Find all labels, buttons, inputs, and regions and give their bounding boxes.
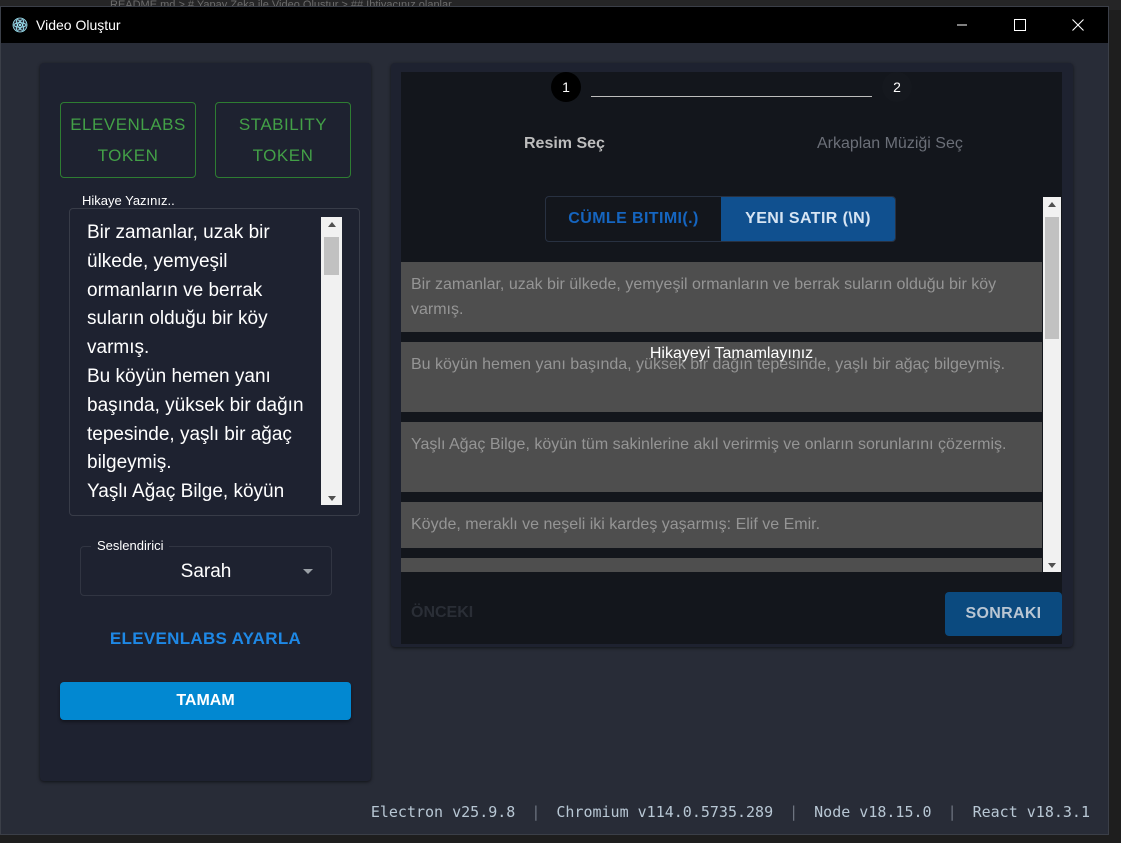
version-footer: Electron v25.9.8 | Chromium v114.0.5735.28… [1,797,1090,827]
step-1-label: Resim Seç [524,135,605,152]
story-field-label: Hikaye Yazınız.. [76,193,181,208]
story-scrollbar[interactable] [321,217,342,505]
title-bar: Video Oluştur [1,7,1108,43]
caret-down-icon [303,569,313,574]
sentence-end-toggle[interactable]: CÜMLE BITIMI(.) [546,197,721,241]
maximize-button[interactable] [991,7,1049,43]
voice-select[interactable]: Sarah [80,546,332,596]
step-2-indicator[interactable]: 2 [882,72,912,102]
sentence-list-scrollbar[interactable] [1043,197,1061,572]
chromium-version: Chromium v114.0.5735.289 [556,803,774,821]
footer-separator: | [947,803,957,821]
ok-button[interactable]: TAMAM [60,682,351,720]
scroll-up-arrow-icon[interactable] [1043,197,1061,211]
settings-panel: ELEVENLABS TOKEN STABILITY TOKEN Hikaye … [40,63,371,781]
voice-select-label: Seslendirici [91,538,170,553]
electron-version: Electron v25.9.8 [370,803,516,821]
sentence-item[interactable]: Yaşlı Ağaç Bilge, köyün tüm sakinlerine … [401,422,1042,492]
minimize-icon [957,24,967,26]
step-2-label: Arkaplan Müziği Seç [817,135,963,152]
close-icon [1072,19,1084,31]
footer-separator: | [531,803,541,821]
window-content: ELEVENLABS TOKEN STABILITY TOKEN Hikaye … [1,43,1108,834]
footer-separator: | [789,803,799,821]
scroll-up-arrow-icon[interactable] [321,217,342,231]
sentence-scrollbar-thumb[interactable] [1045,217,1059,339]
story-text[interactable]: Bir zamanlar, uzak bir ülkede, yemyeşil … [87,219,321,505]
sentence-list: Bir zamanlar, uzak bir ülkede, yemyeşil … [401,262,1042,572]
stability-token-button[interactable]: STABILITY TOKEN [215,102,351,178]
maximize-icon [1014,19,1026,31]
new-line-toggle[interactable]: YENI SATIR (\N) [721,197,895,241]
elevenlabs-token-button[interactable]: ELEVENLABS TOKEN [60,102,196,178]
electron-app-icon [12,17,28,33]
sentence-item[interactable]: Bir zamanlar, uzak bir ülkede, yemyeşil … [401,262,1042,332]
close-button[interactable] [1049,7,1107,43]
story-scrollbar-thumb[interactable] [324,237,339,275]
complete-story-message: Hikayeyi Tamamlayınız [649,345,814,362]
sentence-item[interactable]: Köyde, meraklı ve neşeli iki kardeş yaşa… [401,502,1042,548]
app-window: Video Oluştur ELEVENLABS TOKEN STABILITY… [0,6,1109,835]
split-mode-toggle: CÜMLE BITIMI(.) YENI SATIR (\N) [545,196,896,242]
scroll-down-arrow-icon[interactable] [321,491,342,505]
stepper-area: 1 2 Resim Seç Arkaplan Müziği Seç CÜMLE … [401,72,1062,644]
next-button[interactable]: SONRAKI [945,592,1062,636]
elevenlabs-settings-link[interactable]: ELEVENLABS AYARLA [40,629,371,649]
step-1-indicator[interactable]: 1 [551,72,581,102]
node-version: Node v18.15.0 [814,803,932,821]
voice-select-value: Sarah [180,561,232,582]
previous-button[interactable]: ÖNCEKI [411,604,473,622]
stepper-panel: 1 2 Resim Seç Arkaplan Müziği Seç CÜMLE … [391,63,1073,647]
minimize-button[interactable] [933,7,991,43]
step-connector [591,96,872,97]
react-version: React v18.3.1 [972,803,1090,821]
story-textarea[interactable]: Bir zamanlar, uzak bir ülkede, yemyeşil … [69,208,360,516]
window-title: Video Oluştur [36,17,121,33]
scroll-down-arrow-icon[interactable] [1043,558,1061,572]
sentence-item[interactable] [401,558,1042,572]
